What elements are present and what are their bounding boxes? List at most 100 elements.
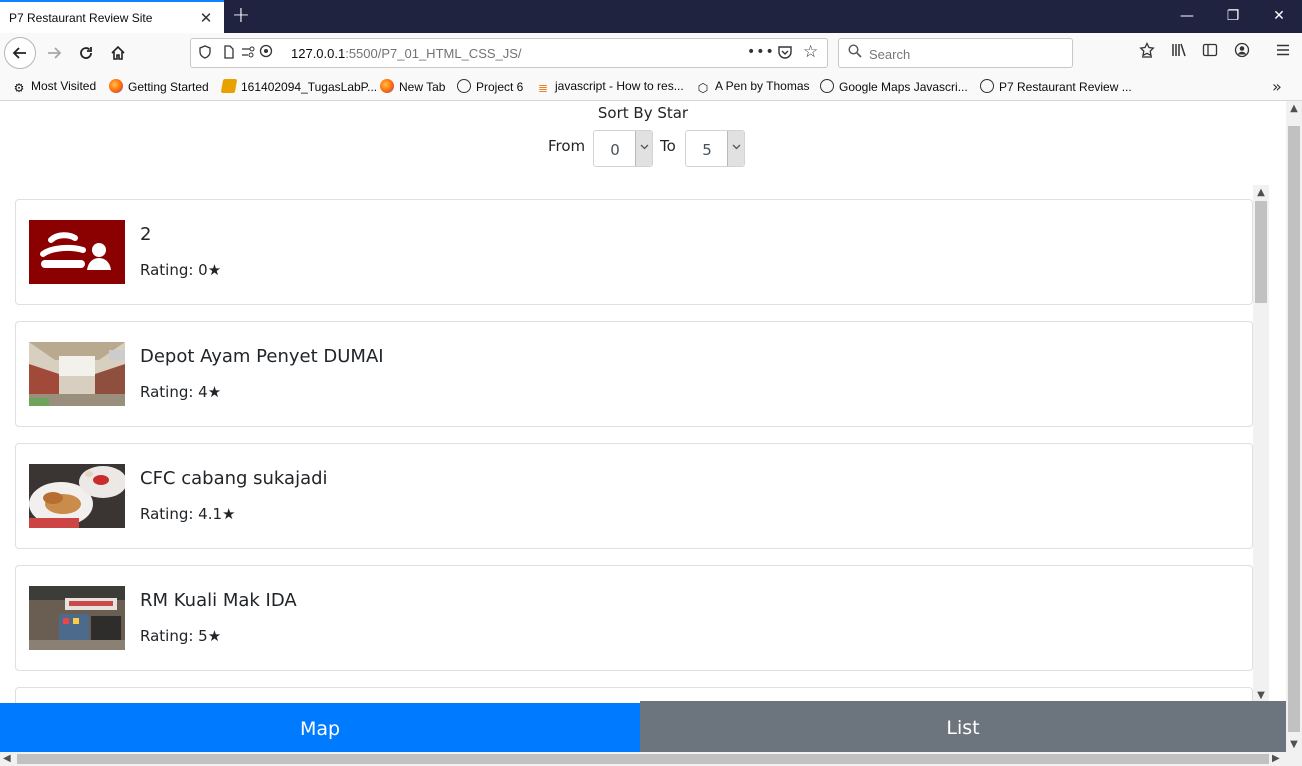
bookmark-label: Project 6 [476, 80, 524, 94]
hamburger-menu-icon[interactable] [1272, 42, 1294, 64]
search-bar[interactable] [838, 38, 1073, 68]
chevron-down-icon[interactable] [727, 131, 744, 166]
scroll-left-icon[interactable]: ◀ [3, 752, 11, 766]
bookmark-label: Google Maps Javascri... [839, 80, 968, 94]
search-input[interactable] [869, 45, 1059, 63]
document-icon [220, 79, 238, 93]
firefox-icon [380, 79, 394, 93]
library-icon[interactable] [1168, 42, 1190, 64]
bookmarks-overflow-icon[interactable]: » [1272, 77, 1282, 96]
scroll-up-icon[interactable]: ▲ [1253, 185, 1269, 200]
restaurant-card[interactable]: RM Kuali Mak IDA Rating: 5★ [15, 565, 1253, 671]
bookmark-new-tab[interactable]: New Tab [380, 79, 445, 97]
bookmark-p7-restaurant[interactable]: P7 Restaurant Review ... [980, 79, 1132, 97]
page-hscroll-thumb[interactable] [17, 754, 1269, 764]
url-text: 127.0.0.1:5500/P7_01_HTML_CSS_JS/ [291, 46, 522, 61]
scroll-right-icon[interactable]: ▶ [1272, 752, 1280, 766]
restaurant-rating: Rating: 4.1★ [140, 505, 236, 523]
restaurant-rating: Rating: 0★ [140, 261, 222, 279]
bookmark-google-maps[interactable]: Google Maps Javascri... [820, 79, 968, 97]
page-icon [223, 45, 235, 62]
bookmark-label: A Pen by Thomas [715, 79, 810, 93]
bookmark-label: New Tab [399, 80, 446, 94]
restaurant-name: RM Kuali Mak IDA [140, 590, 297, 611]
restaurant-name: 2 [140, 224, 152, 245]
pocket-icon[interactable] [777, 44, 793, 64]
bookmarks-toolbar: ⚙ Most Visited Getting Started 161402094_… [0, 73, 1302, 101]
sidebar-icon[interactable] [1199, 42, 1221, 64]
globe-icon [820, 79, 834, 93]
to-value: 5 [702, 141, 712, 159]
sort-title: Sort By Star [597, 104, 689, 122]
list-button[interactable]: List [640, 701, 1286, 752]
page-scroll-thumb[interactable] [1288, 126, 1300, 732]
restaurant-card[interactable]: Depot Ayam Penyet DUMAI Rating: 4★ [15, 321, 1253, 427]
stackoverflow-icon: ≣ [537, 81, 549, 95]
new-tab-button[interactable]: + [230, 5, 252, 27]
bookmark-label: Most Visited [31, 79, 97, 93]
restaurant-card[interactable]: 2 Rating: 0★ [15, 199, 1253, 305]
page-actions-icon[interactable]: ••• [747, 44, 775, 60]
search-icon [848, 44, 862, 62]
globe-icon [980, 79, 994, 93]
scroll-up-icon[interactable]: ▲ [1286, 103, 1302, 114]
url-host: 127.0.0.1 [291, 46, 346, 61]
restaurant-photo [29, 586, 125, 650]
restaurant-card[interactable]: CFC cabang sukajadi Rating: 4.1★ [15, 443, 1253, 549]
bookmark-most-visited[interactable]: ⚙ Most Visited [12, 79, 97, 97]
forward-arrow-icon[interactable] [38, 37, 70, 69]
bookmark-label: javascript - How to res... [555, 79, 684, 93]
restaurant-rating: Rating: 5★ [140, 627, 222, 645]
restaurant-rating: Rating: 4★ [140, 383, 222, 401]
restore-button[interactable]: ❐ [1210, 0, 1256, 33]
tab-strip: P7 Restaurant Review Site ✕ + — ❐ ✕ [0, 0, 1302, 33]
chevron-down-icon[interactable] [635, 131, 652, 166]
to-label: To [660, 137, 676, 155]
restaurant-photo [29, 342, 125, 406]
account-icon[interactable] [1231, 42, 1253, 64]
reload-icon[interactable] [70, 37, 102, 69]
list-scroll-thumb[interactable] [1255, 201, 1267, 303]
map-button[interactable]: Map [0, 703, 640, 752]
bookmarks-icon[interactable] [1136, 42, 1158, 64]
page-content: Sort By Star From 0 To 5 2 Rating: 0★ De… [0, 101, 1286, 752]
from-label: From [548, 137, 586, 155]
home-icon[interactable] [102, 37, 134, 69]
site-info-icon[interactable] [259, 44, 273, 62]
from-value: 0 [610, 141, 620, 159]
to-select[interactable]: 5 [685, 130, 745, 167]
page-vertical-scrollbar[interactable]: ▲ ▼ [1286, 101, 1302, 752]
close-tab-icon[interactable]: ✕ [197, 9, 215, 27]
from-select[interactable]: 0 [593, 130, 653, 167]
navigation-toolbar: 127.0.0.1:5500/P7_01_HTML_CSS_JS/ ••• ☆ [0, 33, 1302, 73]
bookmark-getting-started[interactable]: Getting Started [109, 79, 209, 97]
minimize-button[interactable]: — [1164, 0, 1210, 33]
restaurant-photo [29, 464, 125, 528]
bookmark-label: Getting Started [128, 80, 209, 94]
bookmark-star-icon[interactable]: ☆ [803, 42, 818, 62]
bookmark-label: 161402094_TugasLabP... [241, 80, 378, 94]
restaurant-list[interactable]: 2 Rating: 0★ Depot Ayam Penyet DUMAI Rat… [0, 185, 1269, 703]
permissions-icon[interactable] [241, 45, 255, 62]
tracking-shield-icon[interactable] [199, 45, 211, 62]
globe-icon [457, 79, 471, 93]
codepen-icon: ⬡ [697, 81, 709, 95]
close-window-button[interactable]: ✕ [1256, 0, 1302, 33]
back-arrow-icon[interactable] [4, 37, 36, 69]
firefox-icon [109, 79, 123, 93]
restaurant-name: Depot Ayam Penyet DUMAI [140, 346, 384, 367]
restaurant-name: CFC cabang sukajadi [140, 468, 328, 489]
scroll-down-icon[interactable]: ▼ [1286, 739, 1302, 750]
restaurant-placeholder-icon [29, 220, 125, 284]
url-path: :5500/P7_01_HTML_CSS_JS/ [345, 46, 522, 61]
tab-active[interactable]: P7 Restaurant Review Site ✕ [0, 0, 224, 33]
bookmark-tugaslab[interactable]: 161402094_TugasLabP... [220, 79, 378, 97]
gear-icon: ⚙ [13, 81, 25, 95]
page-horizontal-scrollbar[interactable]: ◀ ▶ [0, 752, 1302, 766]
url-bar[interactable]: 127.0.0.1:5500/P7_01_HTML_CSS_JS/ ••• ☆ [190, 38, 828, 68]
bookmark-pen-thomas[interactable]: ⬡ A Pen by Thomas [696, 79, 810, 97]
list-scrollbar[interactable]: ▲ ▼ [1253, 185, 1269, 703]
bookmark-javascript[interactable]: ≣ javascript - How to res... [536, 79, 684, 97]
bookmark-project-6[interactable]: Project 6 [457, 79, 523, 97]
bookmark-label: P7 Restaurant Review ... [999, 80, 1132, 94]
